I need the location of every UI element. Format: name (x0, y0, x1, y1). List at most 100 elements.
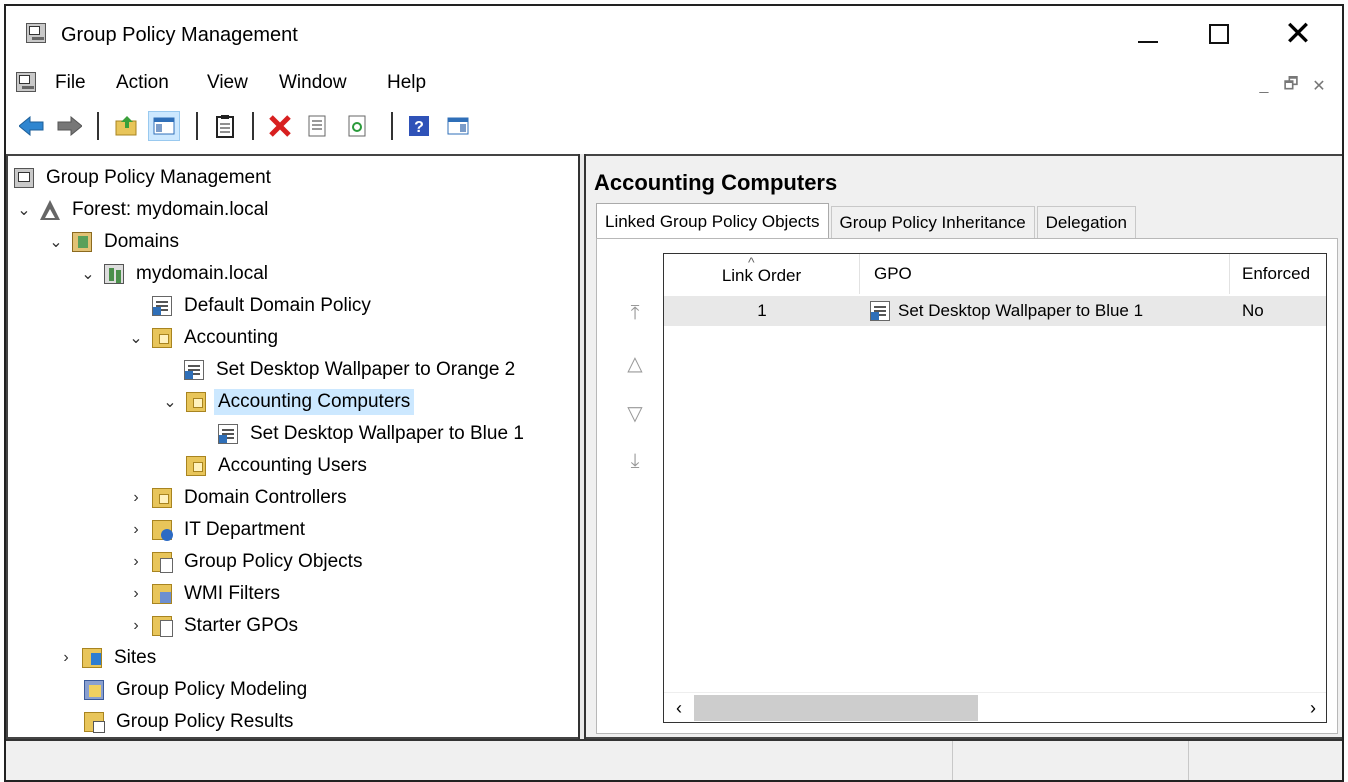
up-one-level-button[interactable] (111, 111, 143, 141)
menu-window[interactable]: Window (279, 72, 347, 94)
properties-icon (308, 115, 326, 137)
tab-linked-gpos[interactable]: Linked Group Policy Objects (596, 203, 829, 239)
column-header-link-order[interactable]: ^ Link Order (664, 254, 860, 294)
copy-button[interactable] (209, 111, 241, 141)
minimize-button[interactable] (1118, 6, 1178, 62)
toolbar-separator (252, 112, 254, 140)
table-row[interactable]: 1 Set Desktop Wallpaper to Blue 1 No (664, 296, 1326, 326)
ou-folder-icon (152, 488, 172, 508)
minimize-icon (1138, 41, 1158, 43)
tree-node-starter-gpos[interactable]: › Starter GPOs (124, 610, 302, 642)
expand-chevron-icon[interactable]: › (124, 578, 148, 610)
collapse-chevron-icon[interactable]: ⌄ (44, 226, 68, 258)
menu-help[interactable]: Help (387, 72, 426, 94)
scroll-left-button[interactable]: ‹ (664, 693, 694, 722)
back-button[interactable] (16, 111, 48, 141)
tree-node-sites[interactable]: › Sites (54, 642, 160, 674)
status-bar (6, 739, 1342, 780)
toolbar-separator (97, 112, 99, 140)
maximize-button[interactable] (1189, 6, 1249, 62)
gpo-link-icon (152, 296, 172, 316)
child-restore-button[interactable]: 🗗 (1277, 72, 1305, 100)
move-to-bottom-button[interactable]: ⤓ (623, 449, 647, 473)
tree-node-default-domain-policy[interactable]: Default Domain Policy (148, 290, 375, 322)
cell-enforced: No (1242, 301, 1264, 320)
show-hide-tree-icon (153, 117, 175, 135)
collapse-chevron-icon[interactable]: ⌄ (76, 258, 100, 290)
column-header-gpo[interactable]: GPO (860, 254, 1230, 294)
menu-action[interactable]: Action (116, 72, 169, 94)
scroll-right-button[interactable]: › (1298, 693, 1326, 722)
tab-delegation[interactable]: Delegation (1036, 206, 1136, 238)
details-title: Accounting Computers (594, 170, 838, 195)
toolbar-separator (391, 112, 393, 140)
expand-chevron-icon[interactable]: › (54, 642, 78, 674)
sites-icon (82, 648, 102, 668)
group-policy-management-icon (26, 23, 46, 43)
tab-inheritance[interactable]: Group Policy Inheritance (830, 206, 1035, 238)
toolbar: ? (6, 102, 1342, 150)
domains-icon (72, 232, 92, 252)
tree-node-gpo-orange[interactable]: Set Desktop Wallpaper to Orange 2 (180, 354, 519, 386)
help-button[interactable]: ? (403, 111, 435, 141)
tree-node-results[interactable]: Group Policy Results (80, 706, 297, 738)
child-close-button[interactable]: ✕ (1305, 72, 1333, 100)
menu-bar: File Action View Window Help _ 🗗 ✕ (6, 64, 1342, 102)
expand-chevron-icon[interactable]: › (124, 514, 148, 546)
tree-node-domain[interactable]: ⌄ mydomain.local (76, 258, 272, 290)
menu-view[interactable]: View (207, 72, 248, 94)
tree-node-domain-controllers[interactable]: › Domain Controllers (124, 482, 351, 514)
ou-folder-icon (186, 392, 206, 412)
details-pane: Accounting Computers Linked Group Policy… (586, 154, 1342, 739)
expand-chevron-icon[interactable]: › (124, 482, 148, 514)
close-button[interactable]: ✕ (1268, 6, 1328, 62)
forward-icon (57, 116, 82, 136)
title-bar: Group Policy Management ✕ (6, 6, 1342, 62)
collapse-chevron-icon[interactable]: ⌄ (12, 194, 36, 226)
tree-node-root[interactable]: Group Policy Management (14, 162, 275, 194)
tree-node-domains[interactable]: ⌄ Domains (44, 226, 183, 258)
collapse-chevron-icon[interactable]: ⌄ (124, 322, 148, 354)
window-title: Group Policy Management (61, 24, 298, 46)
forward-button[interactable] (53, 111, 85, 141)
console-tree: Group Policy Management ⌄ Forest: mydoma… (6, 154, 578, 739)
collapse-chevron-icon[interactable]: ⌄ (158, 386, 182, 418)
gpo-link-icon (218, 424, 238, 444)
tree-node-accounting[interactable]: ⌄ Accounting (124, 322, 282, 354)
tree-node-accounting-computers[interactable]: ⌄ Accounting Computers (158, 386, 415, 418)
show-hide-console-tree-button[interactable] (148, 111, 180, 141)
move-down-button[interactable]: ▽ (623, 401, 647, 425)
tree-node-wmi-filters[interactable]: › WMI Filters (124, 578, 284, 610)
horizontal-scrollbar[interactable]: ‹ › (664, 692, 1326, 722)
menu-file[interactable]: File (55, 72, 86, 94)
child-minimize-button[interactable]: _ (1250, 72, 1278, 100)
results-icon (84, 712, 105, 733)
cell-gpo: Set Desktop Wallpaper to Blue 1 (870, 296, 1230, 326)
system-menu-icon[interactable] (16, 72, 36, 92)
tree-node-gpo-blue[interactable]: Set Desktop Wallpaper to Blue 1 (214, 418, 528, 450)
column-header-enforced[interactable]: Enforced (1230, 254, 1326, 294)
up-folder-icon (115, 116, 137, 136)
expand-chevron-icon[interactable]: › (124, 610, 148, 642)
show-hide-action-pane-button[interactable] (442, 111, 474, 141)
group-policy-management-icon (14, 168, 34, 188)
tree-node-group-policy-objects[interactable]: › Group Policy Objects (124, 546, 366, 578)
details-tabs: Linked Group Policy Objects Group Policy… (596, 202, 1138, 239)
expand-chevron-icon[interactable]: › (124, 546, 148, 578)
tree-node-accounting-users[interactable]: Accounting Users (182, 450, 371, 482)
move-to-top-button[interactable]: ⤒ (623, 301, 647, 325)
delete-button[interactable] (264, 111, 296, 141)
tree-node-it-department[interactable]: › IT Department (124, 514, 309, 546)
tree-node-forest[interactable]: ⌄ Forest: mydomain.local (12, 194, 272, 226)
forest-icon (40, 200, 60, 220)
delete-icon (269, 115, 291, 137)
refresh-icon (348, 115, 366, 137)
tree-node-modeling[interactable]: Group Policy Modeling (80, 674, 311, 706)
pane-splitter[interactable] (578, 154, 586, 739)
domain-icon (104, 264, 124, 284)
svg-text:?: ? (414, 119, 424, 136)
properties-button[interactable] (301, 111, 333, 141)
scroll-thumb[interactable] (694, 695, 978, 721)
move-up-button[interactable]: △ (623, 351, 647, 375)
refresh-button[interactable] (341, 111, 373, 141)
